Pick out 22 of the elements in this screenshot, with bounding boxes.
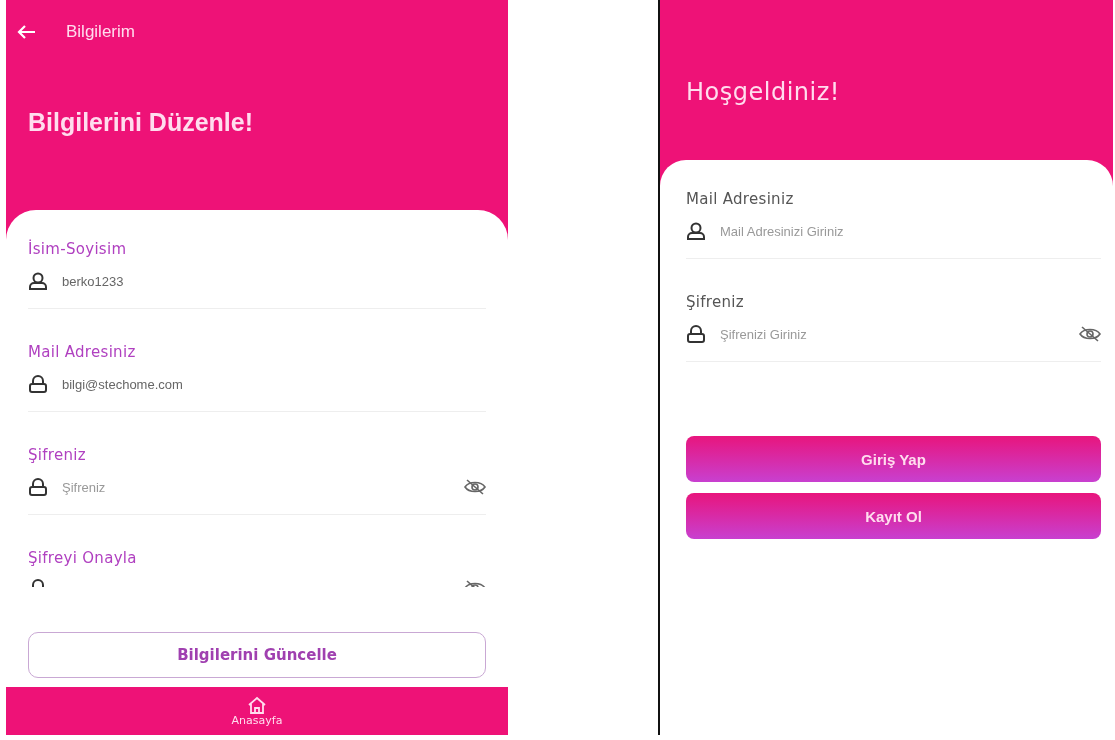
person-icon [686,222,706,240]
app-bar-title: Bilgilerim [66,22,135,42]
field-label: Şifreyi Onayla [28,549,138,567]
field-label: Şifreniz [686,293,745,311]
page-heading: Hoşgeldiniz! [685,77,841,108]
page-heading: Bilgilerini Düzenle! [27,107,255,138]
input-field[interactable]: berko1233 [62,273,486,289]
login-button[interactable]: Giriş Yap [686,436,1101,482]
field-label: Şifreniz [28,446,87,464]
home-icon[interactable] [247,695,267,714]
person-icon [28,272,48,290]
input-field[interactable]: Şifrenizi Giriniz [720,326,1065,342]
back-arrow-icon[interactable] [16,24,36,40]
input-field[interactable]: bilgi@stechome.com [62,376,486,392]
nav-label[interactable]: Anasayfa [231,713,283,727]
input-field[interactable]: Şifreniz [62,479,450,495]
register-button[interactable]: Kayıt Ol [686,493,1101,539]
field-label: İsim-Soyisim [28,240,128,258]
update-button[interactable]: Bilgilerini Güncelle [28,632,486,678]
field-label: Mail Adresiniz [28,343,137,361]
field-label: Mail Adresiniz [686,190,795,208]
input-field[interactable]: Mail Adresinizi Giriniz [720,223,1101,239]
